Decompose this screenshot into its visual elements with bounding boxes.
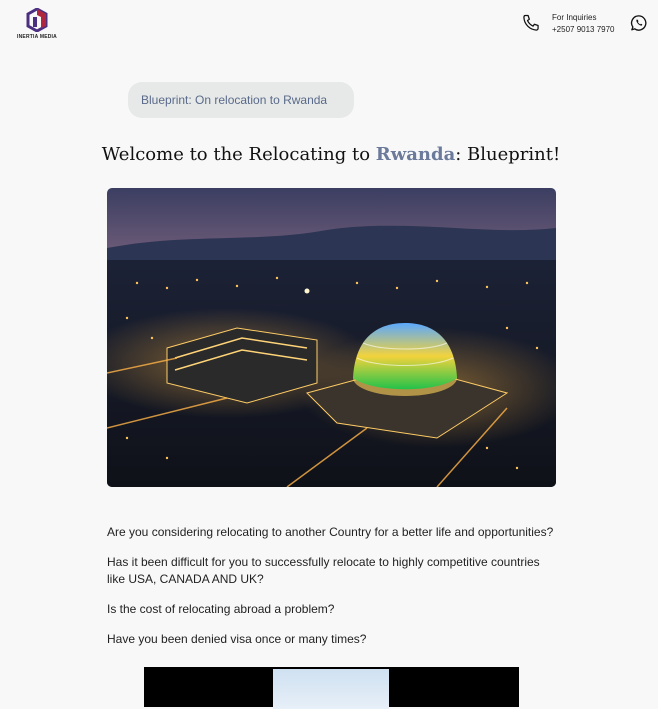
intro-questions: Are you considering relocating to anothe… [107,524,559,661]
inquiries-block[interactable]: For Inquiries +2507 9013 7970 [552,12,615,36]
inquiries-label: For Inquiries [552,13,597,22]
question-2: Has it been difficult for you to success… [107,555,540,586]
hero-image-kigali-convention-center [107,188,556,487]
video-embed[interactable] [144,667,519,709]
question-1: Are you considering relocating to anothe… [107,525,554,539]
question-4: Have you been denied visa once or many t… [107,632,367,646]
site-header: INERTIA MEDIA For Inquiries +2507 9013 7… [0,0,658,48]
page-title: Welcome to the Relocating to Rwanda: Blu… [0,144,658,165]
title-part-before: Welcome to the Relocating to [101,144,376,165]
title-highlight-country: Rwanda [375,144,456,165]
breadcrumb-pill[interactable]: Blueprint: On relocation to Rwanda [128,82,354,118]
logo-mark-icon [26,8,48,32]
hero-night-cityscape [107,188,556,487]
brand-name: INERTIA MEDIA [17,34,57,40]
title-part-after: : Blueprint! [455,144,561,165]
brand-logo[interactable]: INERTIA MEDIA [14,8,60,40]
inquiries-phone-number[interactable]: +2507 9013 7970 [552,24,615,36]
phone-icon[interactable] [521,13,541,33]
video-thumbnail [273,669,389,709]
whatsapp-icon[interactable] [630,14,648,32]
question-3: Is the cost of relocating abroad a probl… [107,602,335,616]
